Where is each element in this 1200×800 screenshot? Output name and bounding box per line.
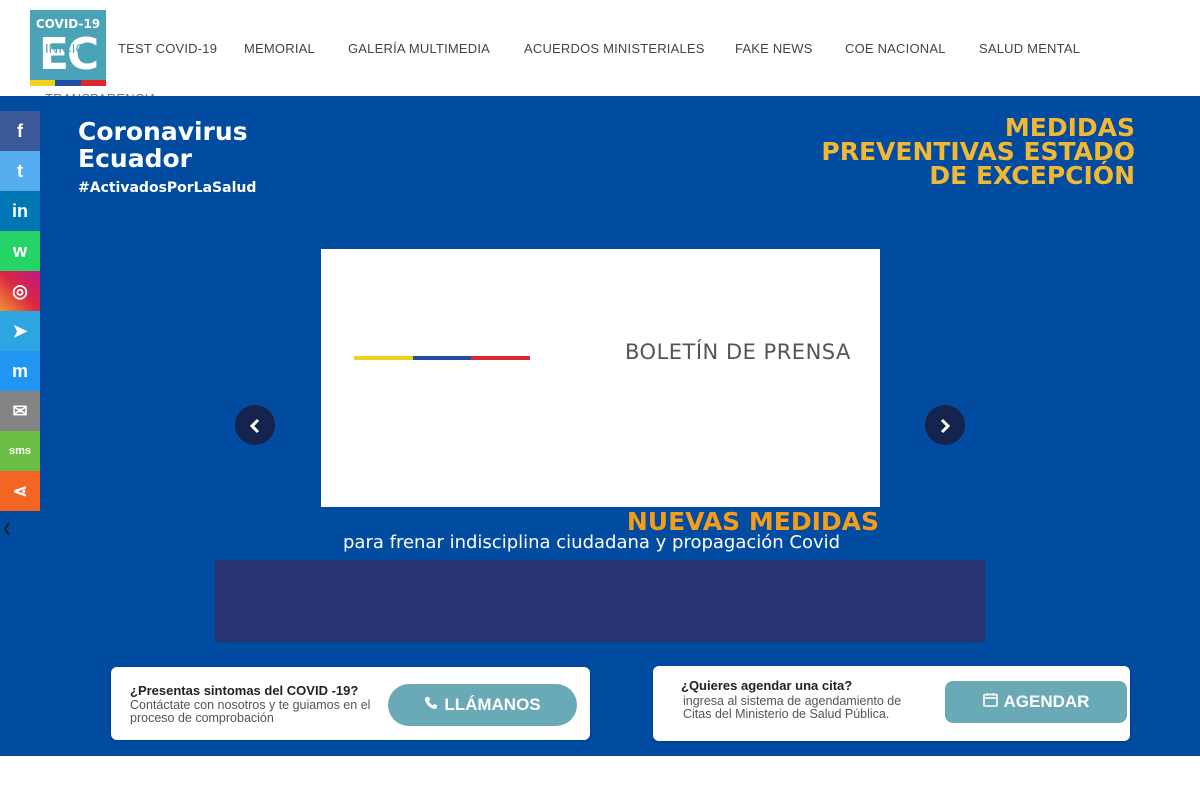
telegram-icon: ➤ bbox=[12, 320, 28, 341]
schedule-button[interactable]: AGENDAR bbox=[945, 681, 1127, 723]
chevron-left-icon bbox=[248, 414, 262, 436]
messenger-share-button[interactable]: m bbox=[0, 351, 40, 391]
schedule-button-label: AGENDAR bbox=[1003, 692, 1090, 711]
symptoms-question: ¿Presentas sintomas del COVID -19? bbox=[130, 683, 359, 698]
nav-item-galeria[interactable]: GALERÍA MULTIMEDIA bbox=[348, 41, 490, 56]
appointment-card: ¿Quieres agendar una cita? ingresa al si… bbox=[653, 666, 1130, 741]
medidas-heading[interactable]: MEDIDAS PREVENTIVAS ESTADO DE EXCEPCIÓN bbox=[821, 115, 1135, 190]
linkedin-icon: in bbox=[12, 200, 28, 221]
brand-line1: Coronavirus bbox=[78, 117, 248, 146]
phone-icon bbox=[424, 685, 438, 727]
brand-line2: Ecuador bbox=[78, 144, 192, 173]
instagram-icon: ◎ bbox=[12, 280, 28, 301]
logo-flag-stripe bbox=[30, 80, 106, 86]
linkedin-share-button[interactable]: in bbox=[0, 191, 40, 231]
instagram-share-button[interactable]: ◎ bbox=[0, 271, 40, 311]
hero-section: Coronavirus Ecuador #ActivadosPorLaSalud… bbox=[0, 96, 1200, 756]
facebook-share-button[interactable]: f bbox=[0, 111, 40, 151]
appointment-description: ingresa al sistema de agendamiento de Ci… bbox=[683, 694, 902, 721]
sms-icon: sms bbox=[8, 445, 32, 457]
telegram-share-button[interactable]: ➤ bbox=[0, 311, 40, 351]
social-share-bar: f t in w ◎ ➤ m ✉ sms ⋖ bbox=[0, 111, 40, 511]
headline-subtitle: para frenar indisciplina ciudadana y pro… bbox=[343, 532, 841, 553]
sms-share-button[interactable]: sms bbox=[0, 431, 40, 471]
email-icon: ✉ bbox=[12, 400, 28, 421]
dark-panel bbox=[215, 560, 985, 642]
nav-item-memorial[interactable]: MEMORIAL bbox=[244, 41, 315, 56]
symptoms-card: ¿Presentas sintomas del COVID -19? Contá… bbox=[111, 667, 590, 740]
twitter-share-button[interactable]: t bbox=[0, 151, 40, 191]
email-share-button[interactable]: ✉ bbox=[0, 391, 40, 431]
nav-item-acuerdos[interactable]: ACUERDOS MINISTERIALES bbox=[524, 41, 705, 56]
call-button[interactable]: LLÁMANOS bbox=[388, 684, 577, 726]
flag-line bbox=[354, 356, 531, 360]
nav-item-inicio[interactable]: INICIO bbox=[45, 41, 86, 56]
nav-item-fake-news[interactable]: FAKE NEWS bbox=[735, 41, 813, 56]
brand-hashtag: #ActivadosPorLaSalud bbox=[78, 180, 257, 196]
coronavirus-ecuador-brand: Coronavirus Ecuador #ActivadosPorLaSalud bbox=[78, 118, 256, 196]
nav-item-test-covid[interactable]: TEST COVID-19 bbox=[118, 41, 217, 56]
whatsapp-icon: w bbox=[12, 240, 27, 261]
nav-item-coe-nacional[interactable]: COE NACIONAL bbox=[845, 41, 946, 56]
hide-share-bar-icon[interactable]: ❮ bbox=[2, 521, 12, 535]
medidas-line3: DE EXCEPCIÓN bbox=[929, 161, 1135, 190]
carousel-slide[interactable]: BOLETÍN DE PRENSA bbox=[321, 249, 880, 507]
carousel-next-button[interactable] bbox=[925, 405, 965, 445]
appointment-question: ¿Quieres agendar una cita? bbox=[681, 678, 853, 693]
twitter-icon: t bbox=[17, 160, 23, 181]
whatsapp-share-button[interactable]: w bbox=[0, 231, 40, 271]
more-share-button[interactable]: ⋖ bbox=[0, 471, 40, 511]
carousel-prev-button[interactable] bbox=[235, 405, 275, 445]
symptoms-description: Contáctate con nosotros y te guiamos en … bbox=[130, 698, 371, 725]
calendar-icon bbox=[982, 682, 998, 724]
site-header: COVID-19 EC INICIO TEST COVID-19 MEMORIA… bbox=[0, 0, 1200, 106]
facebook-icon: f bbox=[17, 120, 23, 141]
chevron-right-icon bbox=[938, 414, 952, 436]
messenger-icon: m bbox=[11, 360, 28, 381]
call-button-label: LLÁMANOS bbox=[444, 695, 541, 714]
slide-title: BOLETÍN DE PRENSA bbox=[625, 340, 851, 364]
nav-item-salud-mental[interactable]: SALUD MENTAL bbox=[979, 41, 1080, 56]
share-icon: ⋖ bbox=[12, 480, 28, 501]
